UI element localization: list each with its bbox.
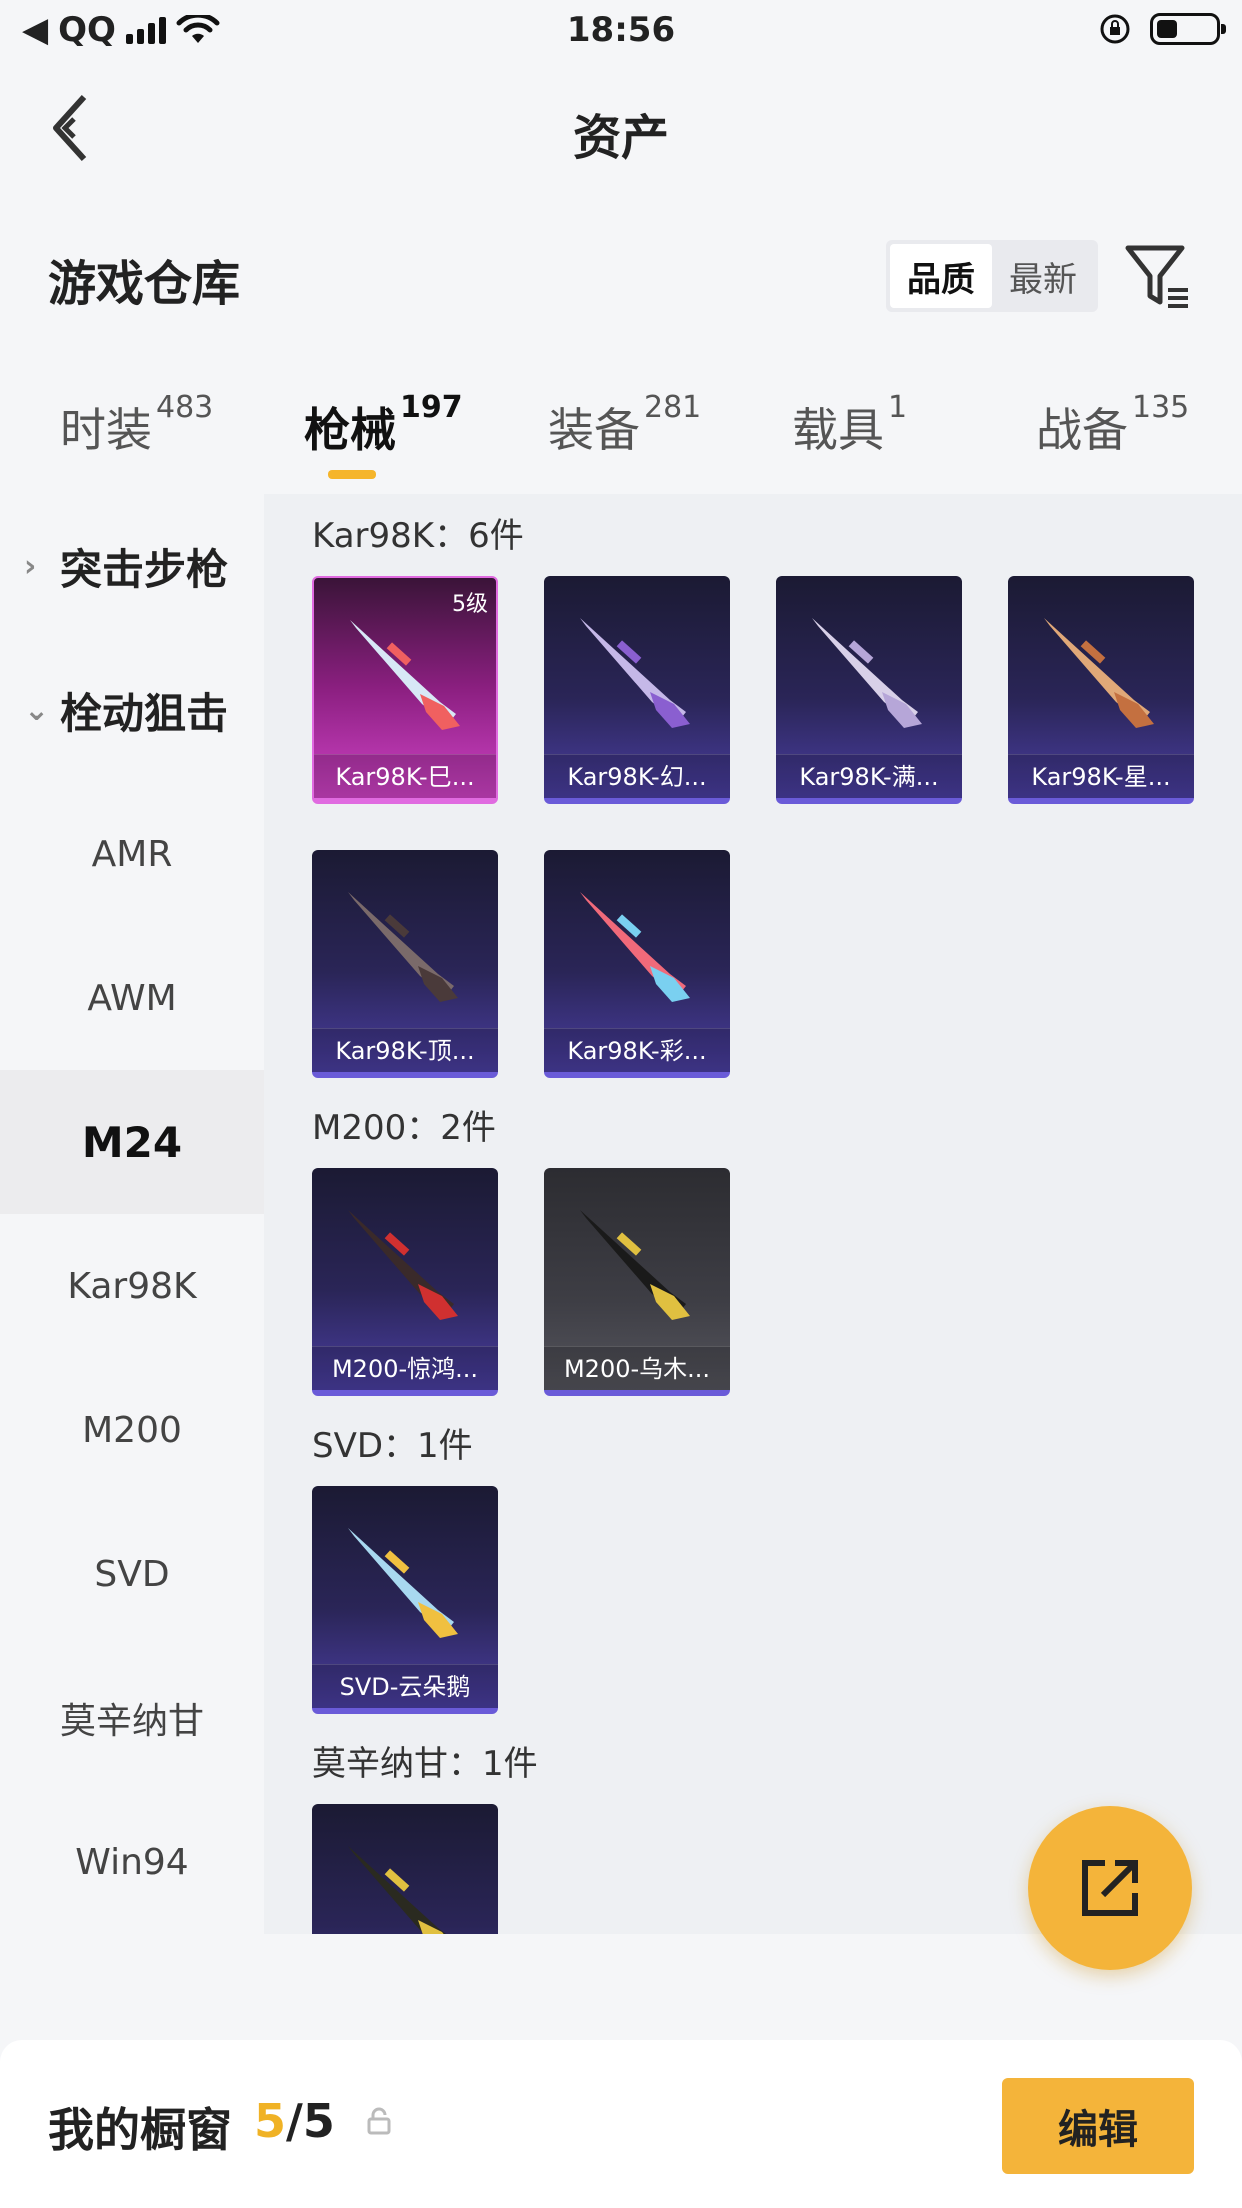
category-item-svd[interactable]: SVD	[0, 1502, 264, 1646]
weapon-thumbnail	[1044, 618, 1154, 728]
sort-toggle: 品质 最新	[886, 240, 1098, 312]
category-item-m24[interactable]: M24	[0, 1070, 264, 1214]
weapon-card[interactable]: SVD-云朵鹅	[312, 1486, 498, 1714]
showcase-bar: 我的橱窗 5/5 编辑	[0, 2040, 1242, 2208]
showcase-total: /5	[286, 2094, 335, 2148]
weapon-name: M200-乌木...	[544, 1346, 730, 1390]
tab-label: 载具	[792, 403, 884, 457]
weapon-card[interactable]: Kar98K-彩...	[544, 850, 730, 1078]
weapon-card[interactable]: 5级 Kar98K-巳...	[312, 576, 498, 804]
group-label-kar98k: Kar98K：6件	[312, 516, 524, 556]
tab-count: 135	[1132, 390, 1190, 425]
weapon-thumbnail	[348, 892, 458, 1002]
group-label-mosin: 莫辛纳甘：1件	[312, 1744, 538, 1784]
rotation-lock-icon	[1100, 14, 1130, 44]
weapon-card[interactable]: Kar98K-星...	[1008, 576, 1194, 804]
weapon-name: M200-惊鸿...	[312, 1346, 498, 1390]
group-label-svd: SVD：1件	[312, 1426, 473, 1466]
tab-count: 1	[888, 390, 908, 425]
chevron-down-icon: ⌄	[24, 692, 50, 728]
category-group-assault-rifle[interactable]: › 突击步枪	[0, 494, 264, 638]
asset-tabs: 时装 483 枪械 197 装备 281 载具 1 战备 135	[0, 380, 1242, 480]
weapon-card[interactable]: M200-乌木...	[544, 1168, 730, 1396]
weapon-name: Kar98K-巳...	[314, 754, 496, 798]
tab-fashion[interactable]: 时装 483	[60, 390, 213, 460]
group-label-m200: M200：2件	[312, 1108, 496, 1148]
weapon-thumbnail	[812, 618, 922, 728]
warehouse-title: 游戏仓库	[48, 256, 241, 312]
weapon-name: Kar98K-彩...	[544, 1028, 730, 1072]
showcase-current: 5	[254, 2094, 287, 2148]
weapon-thumbnail	[580, 892, 690, 1002]
filter-button[interactable]	[1124, 240, 1194, 312]
tab-count: 197	[400, 390, 463, 425]
weapon-card[interactable]: M200-惊鸿...	[312, 1168, 498, 1396]
status-bar: ◀ QQ 18:56	[0, 0, 1242, 62]
tab-label: 战备	[1036, 403, 1128, 457]
category-item-awm[interactable]: AWM	[0, 926, 264, 1070]
page-title: 资产	[572, 110, 669, 166]
weapon-name: Kar98K-顶...	[312, 1028, 498, 1072]
category-item-mosin[interactable]: 莫辛纳甘	[0, 1646, 264, 1790]
tab-label: 枪械	[304, 403, 396, 457]
weapon-card[interactable]	[312, 1804, 498, 1934]
chevron-right-icon: ›	[24, 548, 37, 584]
tab-equipment[interactable]: 装备 281	[548, 390, 701, 460]
tab-label: 时装	[60, 403, 152, 457]
category-item-amr[interactable]: AMR	[0, 782, 264, 926]
showcase-count: 5/5	[254, 2094, 335, 2148]
weapon-card[interactable]: Kar98K-幻...	[544, 576, 730, 804]
tab-supplies[interactable]: 战备 135	[1036, 390, 1189, 460]
weapon-card[interactable]: Kar98K-顶...	[312, 850, 498, 1078]
edit-button[interactable]: 编辑	[1002, 2078, 1194, 2174]
weapon-thumbnail	[580, 618, 690, 728]
status-right	[1098, 12, 1226, 46]
share-button[interactable]	[1028, 1806, 1192, 1970]
category-group-bolt-sniper[interactable]: ⌄ 栓动狙击	[0, 638, 264, 782]
weapon-thumbnail	[348, 1210, 458, 1320]
weapon-name: Kar98K-幻...	[544, 754, 730, 798]
category-nav: › 突击步枪 ⌄ 栓动狙击 AMR AWM M24 Kar98K M200 SVD …	[0, 494, 264, 1934]
tab-guns[interactable]: 枪械 197	[304, 390, 463, 460]
weapon-level-badge: 5级	[452, 592, 488, 617]
weapon-thumbnail	[348, 1846, 446, 1934]
weapon-grid: Kar98K：6件 M200：2件 SVD：1件 莫辛纳甘：1件 5级 Kar98…	[264, 494, 1242, 1934]
filter-icon	[1125, 245, 1188, 308]
weapon-thumbnail	[580, 1210, 690, 1320]
lock-icon	[367, 2107, 391, 2135]
battery-icon	[1150, 13, 1226, 45]
category-group-label: 突击步枪	[60, 544, 229, 594]
weapon-name: Kar98K-满...	[776, 754, 962, 798]
sort-option-newest[interactable]: 最新	[992, 244, 1094, 308]
showcase-title: 我的橱窗	[48, 2103, 232, 2157]
weapon-name: Kar98K-星...	[1008, 754, 1194, 798]
sort-option-quality[interactable]: 品质	[890, 244, 992, 308]
tab-label: 装备	[548, 403, 640, 457]
category-item-m200[interactable]: M200	[0, 1358, 264, 1502]
tab-count: 281	[644, 390, 702, 425]
weapon-card[interactable]: Kar98K-满...	[776, 576, 962, 804]
category-item-kar98k[interactable]: Kar98K	[0, 1214, 264, 1358]
tab-count: 483	[156, 390, 214, 425]
active-tab-indicator	[328, 470, 376, 479]
status-time: 18:56	[566, 10, 676, 50]
nav-header: 资产	[0, 62, 1242, 192]
category-item-win94[interactable]: Win94	[0, 1790, 264, 1934]
category-group-label: 栓动狙击	[60, 688, 229, 738]
tab-vehicles[interactable]: 载具 1	[792, 390, 907, 460]
weapon-name: SVD-云朵鹅	[312, 1664, 498, 1708]
share-icon	[1082, 1860, 1138, 1916]
weapon-thumbnail	[350, 620, 460, 730]
weapon-thumbnail	[348, 1528, 458, 1638]
